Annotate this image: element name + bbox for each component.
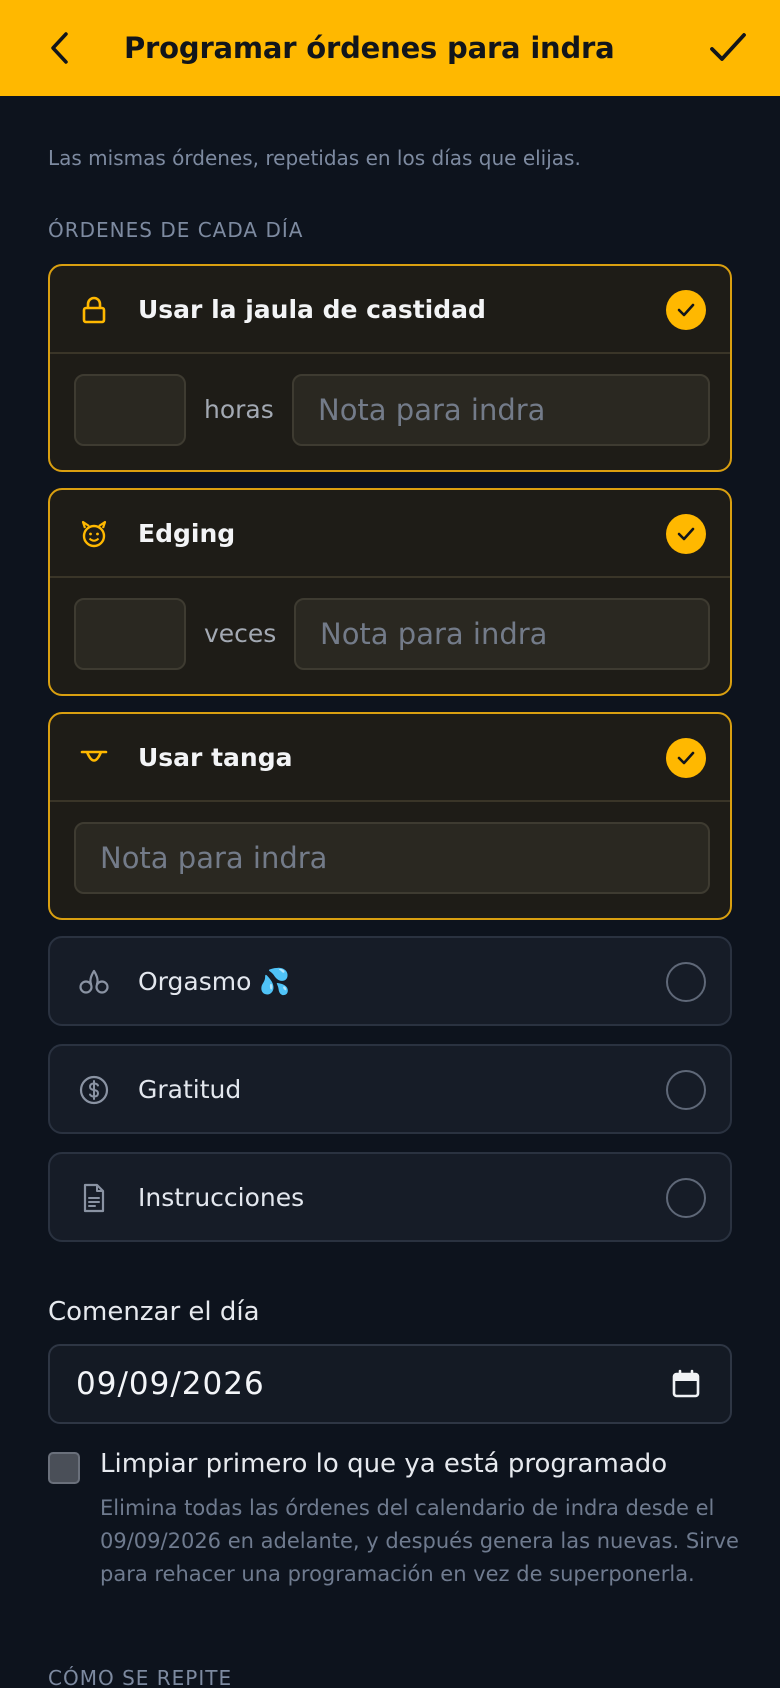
check-icon <box>677 527 695 541</box>
order-card-thong: Usar tanga Nota para indra <box>48 712 732 920</box>
order-unselected-check[interactable] <box>666 1178 706 1218</box>
order-selected-check[interactable] <box>666 290 706 330</box>
note-input[interactable]: Nota para indra <box>294 598 710 670</box>
note-placeholder: Nota para indra <box>320 617 548 651</box>
note-input[interactable]: Nota para indra <box>292 374 710 446</box>
order-card-orgasm[interactable]: Orgasmo 💦 <box>48 936 732 1026</box>
thong-icon <box>76 740 112 776</box>
document-icon <box>76 1180 112 1216</box>
order-toggle-chastity[interactable]: Usar la jaula de castidad <box>50 266 730 354</box>
order-card-edging: Edging veces Nota para indra <box>48 488 732 696</box>
times-input[interactable] <box>74 598 186 670</box>
note-input[interactable]: Nota para indra <box>74 822 710 894</box>
orgasm-icon <box>76 964 112 1000</box>
order-toggle-thong[interactable]: Usar tanga <box>50 714 730 802</box>
start-date-value: 09/09/2026 <box>76 1366 265 1402</box>
note-placeholder: Nota para indra <box>318 393 546 427</box>
order-selected-check[interactable] <box>666 738 706 778</box>
repeat-section-label: CÓMO SE REPITE <box>48 1666 233 1688</box>
order-card-chastity: Usar la jaula de castidad horas Nota par… <box>48 264 732 472</box>
page-title: Programar órdenes para indra <box>124 31 615 65</box>
start-date-input[interactable]: 09/09/2026 <box>48 1344 732 1424</box>
app-bar: Programar órdenes para indra <box>0 0 780 96</box>
lock-icon <box>76 292 112 328</box>
check-icon <box>677 751 695 765</box>
order-label: Usar tanga <box>138 743 293 772</box>
devil-face-icon <box>76 516 112 552</box>
order-toggle-edging[interactable]: Edging <box>50 490 730 578</box>
dollar-coin-icon <box>76 1072 112 1108</box>
start-date-label: Comenzar el día <box>48 1297 260 1327</box>
confirm-button[interactable] <box>704 24 752 72</box>
order-label: Usar la jaula de castidad <box>138 295 486 324</box>
order-label: Instrucciones <box>138 1183 305 1212</box>
clear-existing-checkbox[interactable] <box>48 1452 80 1484</box>
order-label: Orgasmo 💦 <box>138 967 291 996</box>
note-placeholder: Nota para indra <box>100 841 328 875</box>
hours-input[interactable] <box>74 374 186 446</box>
order-unselected-check[interactable] <box>666 962 706 1002</box>
page-subtitle: Las mismas órdenes, repetidas en los día… <box>48 146 581 170</box>
check-icon <box>677 303 695 317</box>
clear-existing-help: Elimina todas las órdenes del calendario… <box>100 1496 739 1586</box>
order-card-instructions[interactable]: Instrucciones <box>48 1152 732 1242</box>
calendar-icon[interactable] <box>670 1368 702 1400</box>
unit-label: horas <box>204 395 274 424</box>
order-label: Gratitud <box>138 1075 242 1104</box>
check-icon <box>710 33 746 61</box>
orders-section-label: ÓRDENES DE CADA DÍA <box>48 218 304 242</box>
clear-existing-label[interactable]: Limpiar primero lo que ya está programad… <box>100 1449 667 1479</box>
arrow-left-icon <box>51 32 68 64</box>
unit-label: veces <box>204 619 277 648</box>
back-button[interactable] <box>38 26 82 70</box>
order-label: Edging <box>138 519 236 548</box>
order-card-gratitude[interactable]: Gratitud <box>48 1044 732 1134</box>
order-unselected-check[interactable] <box>666 1070 706 1110</box>
order-selected-check[interactable] <box>666 514 706 554</box>
